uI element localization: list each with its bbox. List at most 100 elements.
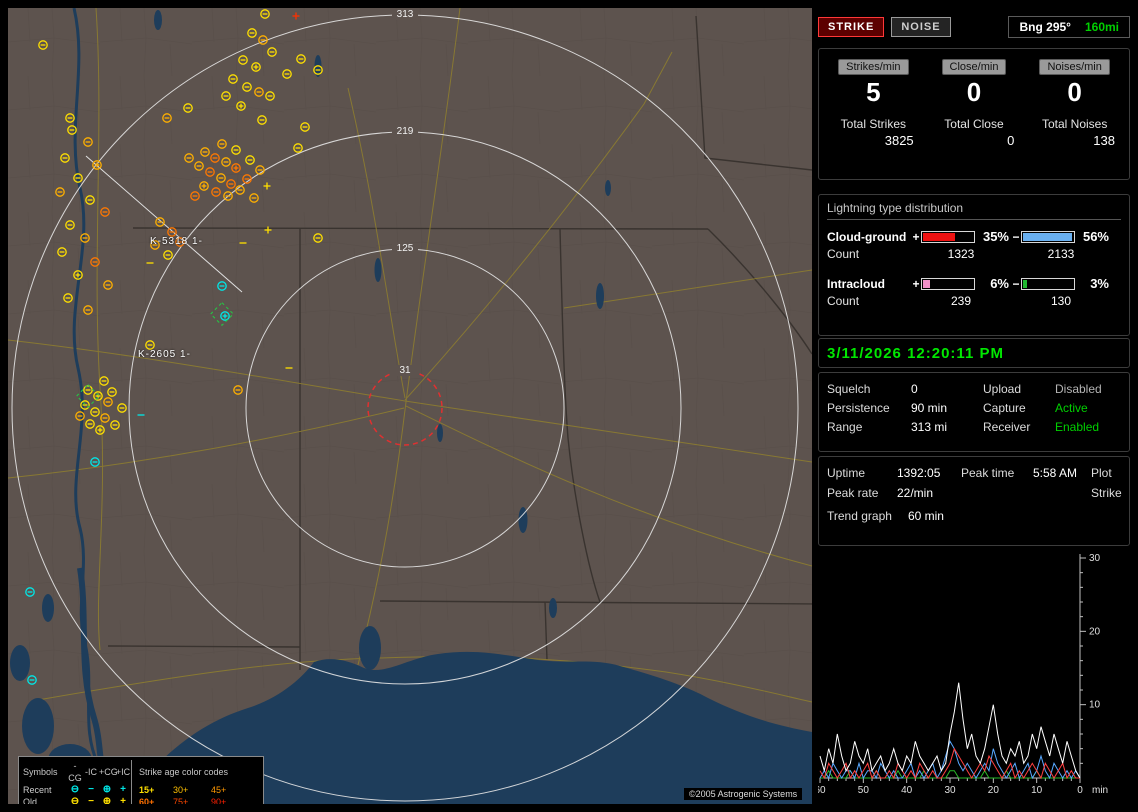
plus-sign: + — [912, 229, 920, 244]
legend-symbol-icon: + — [120, 796, 126, 804]
legend-age-code: 75+ — [173, 797, 189, 804]
ic-minus-bar — [1021, 277, 1075, 290]
strikes-per-min-value: 5 — [866, 77, 881, 107]
legend-age-code: 15+ — [139, 785, 155, 795]
legend-symbols-header: Symbols — [23, 767, 58, 777]
legend-row-label: Recent — [23, 785, 52, 795]
status-panel: Squelch 0 Upload Disabled Persistence 90 min C… — [818, 372, 1130, 452]
bearing-range: 160mi — [1084, 20, 1119, 34]
datetime-panel: 3/11/2026 12:20:11 PM — [818, 338, 1130, 368]
uptime-label: Peak rate — [827, 486, 879, 500]
rates-panel: Strikes/min Close/min Noises/min 5 0 0 T… — [818, 48, 1130, 180]
distribution-title: Lightning type distribution — [827, 201, 1121, 220]
station-label-k2605: K-2605 1- — [138, 349, 191, 360]
status-label: Upload — [983, 382, 1022, 396]
total-close-label: Total Close — [944, 117, 1004, 131]
datetime-display: 3/11/2026 12:20:11 PM — [827, 344, 1004, 362]
legend-symbol-icon: − — [88, 784, 94, 795]
svg-text:30: 30 — [944, 785, 956, 796]
total-strikes-value: 3825 — [884, 133, 914, 148]
cg-minus-pct: 56% — [1082, 229, 1109, 244]
legend-header-neg-ic: -IC — [85, 767, 97, 777]
legend-symbol-icon: ⊖ — [70, 784, 80, 795]
svg-text:50: 50 — [858, 785, 870, 796]
noises-per-min-value: 0 — [1067, 77, 1082, 107]
cg-plus-bar — [921, 230, 975, 243]
svg-text:40: 40 — [901, 785, 913, 796]
uptime-panel: Uptime 1392:05 Peak time 5:58 AM Plot Peak ra… — [818, 456, 1130, 546]
ring-label-313: 313 — [392, 9, 418, 20]
status-label: Range — [827, 420, 863, 434]
plot-label: Plot — [1091, 466, 1112, 480]
legend-age-header: Strike age color codes — [139, 767, 229, 777]
legend-row-label: Old — [23, 797, 38, 804]
uptime-value: 1392:05 — [897, 466, 941, 480]
bearing-label: Bng 295° — [1019, 20, 1071, 34]
ic-minus-count: 130 — [1050, 294, 1072, 308]
plus-sign: + — [912, 276, 920, 291]
svg-text:20: 20 — [988, 785, 1000, 796]
strikes-per-min-button[interactable]: Strikes/min — [838, 59, 909, 75]
legend-symbol-icon: ⊕ — [102, 784, 112, 795]
trend-graph-label: Trend graph — [827, 509, 892, 523]
legend-header-pos-ic: +IC — [115, 767, 131, 777]
legend-header-pos-cg: +CG — [99, 767, 118, 777]
ring-label-125: 125 — [392, 243, 418, 254]
uptime-value — [1033, 486, 1091, 500]
cg-plus-count: 1323 — [947, 247, 975, 261]
legend-age-code: 30+ — [173, 785, 189, 795]
sidebar: STRIKE NOISE Bng 295° 160mi Strikes/min … — [814, 8, 1130, 804]
uptime-value: 22/min — [897, 486, 934, 500]
status-label: Capture — [983, 401, 1026, 415]
status-value: 0 — [911, 382, 918, 396]
svg-text:10: 10 — [1089, 700, 1101, 711]
ic-plus-count: 239 — [950, 294, 972, 308]
intracloud-label: Intracloud — [827, 276, 886, 291]
total-strikes-label: Total Strikes — [840, 117, 906, 131]
ic-count-label: Count — [827, 294, 860, 308]
plot-label: Strike — [1091, 486, 1122, 500]
status-label: Squelch — [827, 382, 871, 396]
legend-symbol-icon: + — [120, 784, 126, 795]
ic-plus-bar — [921, 277, 975, 290]
cg-count-label: Count — [827, 247, 860, 261]
total-close-value: 0 — [1007, 133, 1015, 148]
ring-label-31: 31 — [392, 365, 418, 376]
noise-mode-button[interactable]: NOISE — [891, 17, 951, 37]
strike-mode-button[interactable]: STRIKE — [818, 17, 885, 37]
status-value: Disabled — [1055, 382, 1102, 396]
station-label-k5318: K-5318 1- — [150, 236, 203, 247]
svg-text:min: min — [1092, 785, 1108, 796]
map-panel[interactable]: 313 219 125 31 K-5318 1- K-2605 1- Symbo… — [8, 8, 812, 804]
minus-sign: − — [1012, 229, 1020, 244]
app-window: 313 219 125 31 K-5318 1- K-2605 1- Symbo… — [0, 0, 1138, 812]
cg-plus-pct: 35% — [982, 229, 1009, 244]
bearing-indicator: Bng 295° 160mi — [1008, 16, 1130, 38]
svg-text:0: 0 — [1077, 785, 1083, 796]
trend-graph-value: 60 min — [907, 509, 944, 523]
total-noises-label: Total Noises — [1041, 117, 1108, 131]
noises-per-min-button[interactable]: Noises/min — [1039, 59, 1110, 75]
mode-toolbar: STRIKE NOISE Bng 295° 160mi — [818, 12, 1130, 42]
status-value: 90 min — [911, 401, 948, 415]
uptime-label — [961, 486, 1033, 500]
status-value: Active — [1055, 401, 1088, 415]
map-legend: Symbols -CG -IC +CG +IC Strike age color… — [18, 756, 264, 804]
cg-minus-count: 2133 — [1047, 247, 1075, 261]
status-value: Enabled — [1055, 420, 1100, 434]
svg-text:20: 20 — [1089, 626, 1101, 637]
close-per-min-button[interactable]: Close/min — [941, 59, 1007, 75]
uptime-label: Uptime — [827, 466, 866, 480]
legend-symbol-icon: − — [88, 796, 94, 804]
ring-label-219: 219 — [392, 126, 418, 137]
total-noises-value: 138 — [1093, 133, 1115, 148]
legend-age-code: 45+ — [211, 785, 227, 795]
cg-minus-bar — [1021, 230, 1075, 243]
status-label: Receiver — [983, 420, 1031, 434]
uptime-value: 5:58 AM — [1033, 466, 1078, 480]
ic-plus-pct: 6% — [990, 276, 1009, 291]
minus-sign: − — [1012, 276, 1020, 291]
svg-text:60: 60 — [818, 785, 826, 796]
legend-divider — [131, 760, 132, 804]
svg-text:30: 30 — [1089, 553, 1101, 564]
